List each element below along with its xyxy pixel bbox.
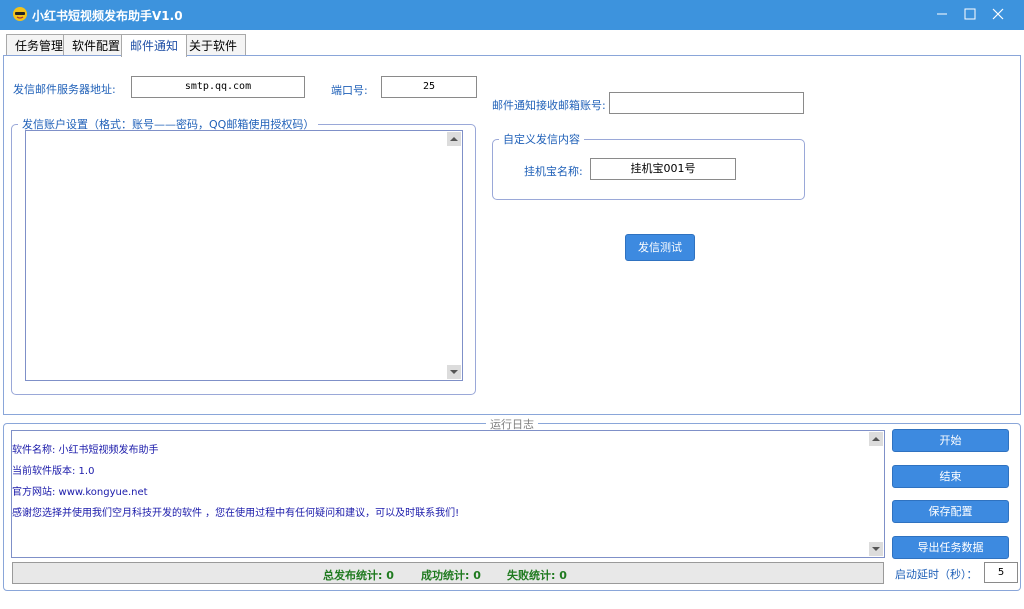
custom-content-legend: 自定义发信内容 <box>503 133 580 146</box>
port-input[interactable]: 25 <box>381 76 477 98</box>
machine-name-label: 挂机宝名称: <box>524 165 583 178</box>
total-publish-count: 总发布统计: 0 <box>323 569 394 582</box>
log-line: 当前软件版本: 1.0 <box>12 466 95 477</box>
close-button[interactable] <box>982 0 1014 30</box>
window-title: 小红书短视频发布助手V1.0 <box>32 9 183 23</box>
port-label: 端口号: <box>331 84 368 97</box>
chevron-up-icon <box>450 137 458 141</box>
chevron-up-icon <box>872 437 880 441</box>
tab-software-config[interactable]: 软件配置 <box>63 34 130 56</box>
scroll-up-button[interactable] <box>447 132 461 146</box>
log-scroll-up-button[interactable] <box>869 432 883 446</box>
receiver-email-input[interactable] <box>609 92 804 114</box>
start-button[interactable]: 开始 <box>892 429 1009 452</box>
scroll-down-button[interactable] <box>447 365 461 379</box>
app-logo-icon <box>13 7 27 21</box>
stats-bar: 总发布统计: 0 成功统计: 0 失败统计: 0 <box>12 562 884 584</box>
log-line: 官方网站: www.kongyue.net <box>12 487 148 498</box>
log-line: 感谢您选择并使用我们空月科技开发的软件 ，您在使用过程中有任何疑问和建议，可以及… <box>12 508 460 519</box>
sender-accounts-textarea[interactable] <box>25 130 463 381</box>
save-config-button[interactable]: 保存配置 <box>892 500 1009 523</box>
close-icon <box>992 8 1004 20</box>
tab-about-software[interactable]: 关于软件 <box>180 34 247 56</box>
log-scroll-down-button[interactable] <box>869 542 883 556</box>
export-task-data-button[interactable]: 导出任务数据 <box>892 536 1009 559</box>
tab-strip: 任务管理 软件配置 邮件通知 关于软件 <box>0 34 1024 57</box>
log-line: 软件名称: 小红书短视频发布助手 <box>12 445 159 456</box>
start-delay-input[interactable]: 5 <box>984 562 1018 583</box>
send-test-button[interactable]: 发信测试 <box>625 234 695 261</box>
smtp-server-input[interactable]: smtp.qq.com <box>131 76 305 98</box>
machine-name-input[interactable]: 挂机宝001号 <box>590 158 736 180</box>
maximize-icon <box>964 8 976 20</box>
start-delay-label: 启动延时（秒）： <box>895 568 978 581</box>
minimize-icon <box>937 13 947 15</box>
receiver-email-label: 邮件通知接收邮箱账号: <box>492 99 606 112</box>
failed-count: 失败统计: 0 <box>507 569 567 582</box>
chevron-down-icon <box>872 547 880 551</box>
success-count: 成功统计: 0 <box>421 569 481 582</box>
smtp-server-label: 发信邮件服务器地址: <box>13 83 116 96</box>
title-bar: 小红书短视频发布助手V1.0 <box>0 0 1024 30</box>
tab-mail-notification[interactable]: 邮件通知 <box>121 34 188 57</box>
stop-button[interactable]: 结束 <box>892 465 1009 488</box>
chevron-down-icon <box>450 370 458 374</box>
